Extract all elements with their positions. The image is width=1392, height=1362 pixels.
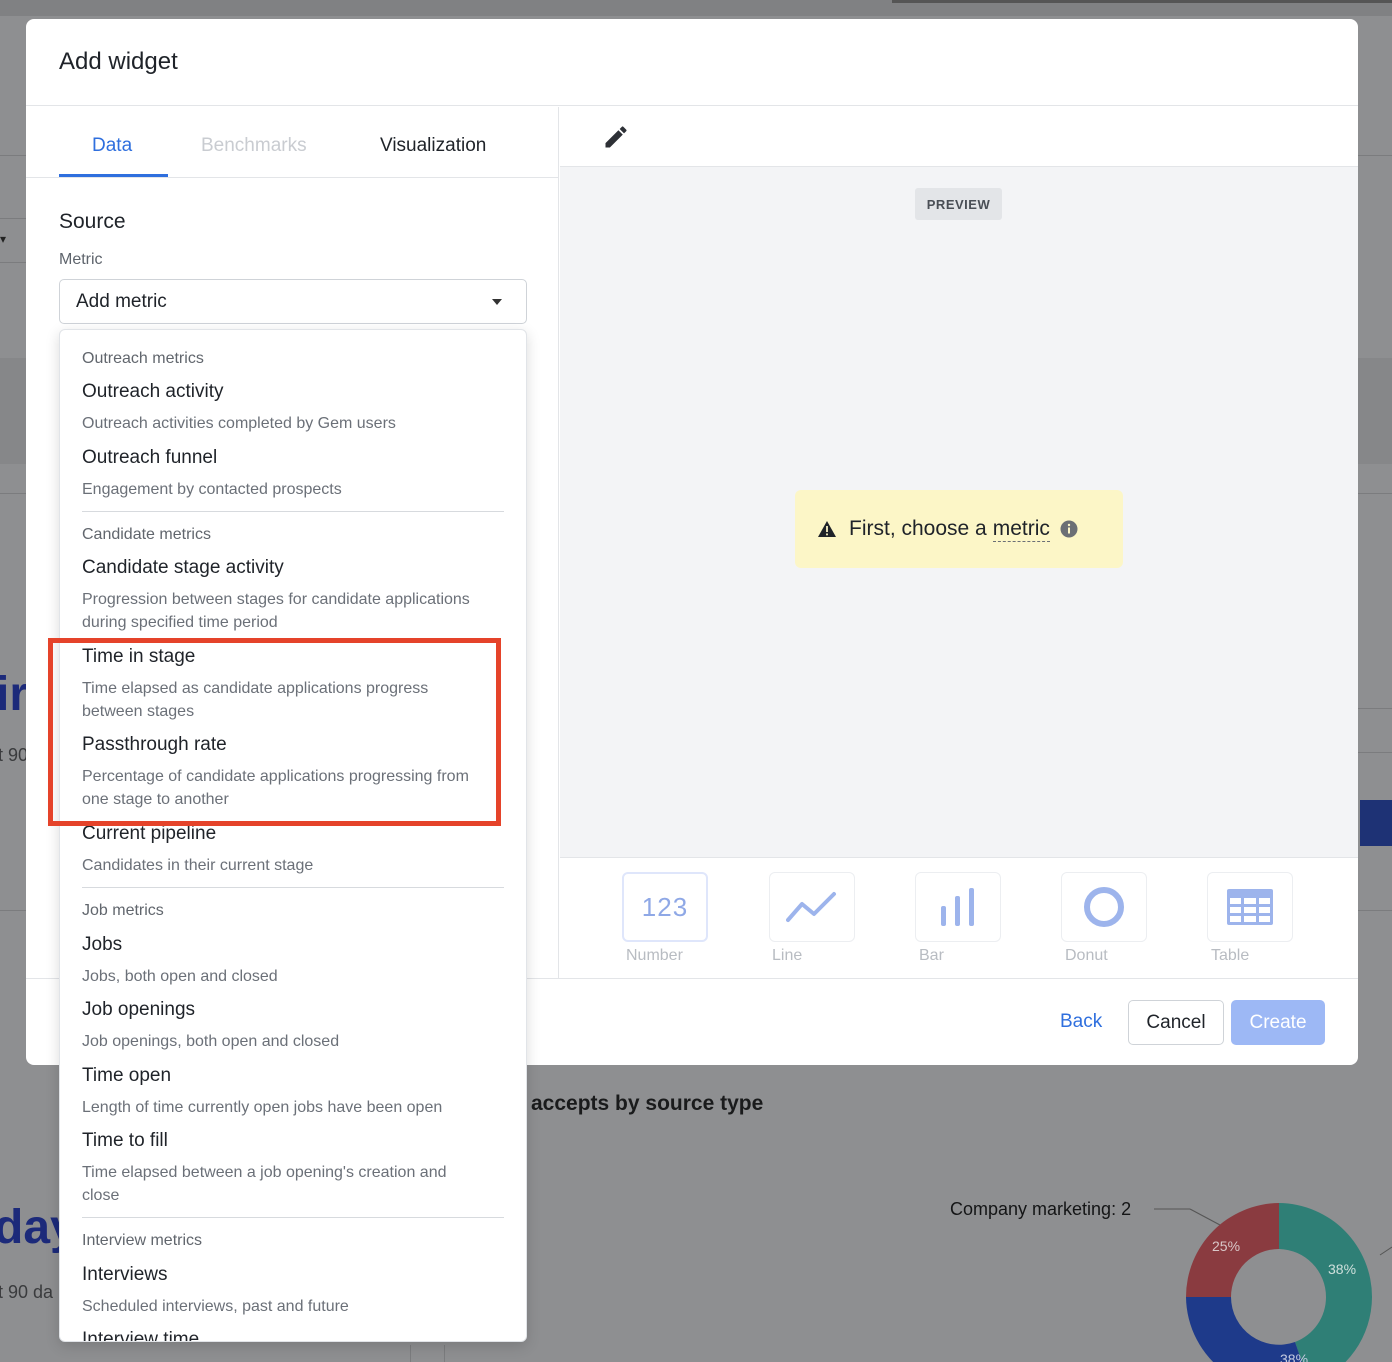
background-caption-1: t 90 bbox=[0, 745, 29, 765]
metric-select-value: Add metric bbox=[76, 290, 167, 312]
menu-item-desc: Outreach activities completed by Gem use… bbox=[82, 415, 396, 432]
group-interview-metrics: Interview metrics bbox=[82, 1232, 203, 1249]
tab-visualization[interactable]: Visualization bbox=[380, 135, 486, 157]
menu-item-desc: Job openings, both open and closed bbox=[82, 1033, 340, 1050]
menu-item-time-to-fill[interactable]: Time to fill bbox=[82, 1130, 168, 1152]
preview-toolbar bbox=[560, 107, 1358, 167]
create-button[interactable]: Create bbox=[1231, 1000, 1325, 1045]
menu-item-interviews[interactable]: Interviews bbox=[82, 1264, 168, 1286]
group-outreach-metrics: Outreach metrics bbox=[82, 350, 204, 367]
viz-line-label: Line bbox=[772, 947, 803, 964]
preview-badge: PREVIEW bbox=[915, 188, 1002, 220]
metric-dropdown-menu: Outreach metrics Outreach activity Outre… bbox=[59, 329, 527, 1342]
line-chart-icon bbox=[786, 892, 836, 922]
viz-donut-label: Donut bbox=[1065, 947, 1108, 964]
tab-benchmarks[interactable]: Benchmarks bbox=[201, 135, 307, 157]
menu-item-outreach-activity[interactable]: Outreach activity bbox=[82, 381, 224, 403]
menu-item-outreach-funnel[interactable]: Outreach funnel bbox=[82, 447, 217, 469]
donut-chart-icon bbox=[1084, 887, 1124, 927]
active-tab-indicator bbox=[59, 174, 168, 177]
menu-item-desc: Length of time currently open jobs have … bbox=[82, 1099, 443, 1116]
menu-item-desc: Scheduled interviews, past and future bbox=[82, 1298, 349, 1315]
viz-number-label: Number bbox=[626, 947, 683, 964]
menu-item-jobs[interactable]: Jobs bbox=[82, 934, 122, 956]
info-icon[interactable] bbox=[1060, 520, 1078, 538]
preview-area: PREVIEW First, choose a metric bbox=[560, 167, 1358, 857]
viz-table-button[interactable] bbox=[1207, 872, 1293, 942]
donut-pct-label-2: 38% bbox=[1328, 1261, 1356, 1277]
preview-pane: PREVIEW First, choose a metric 123 Numbe… bbox=[560, 107, 1358, 978]
viz-line-button[interactable] bbox=[769, 872, 855, 942]
source-heading: Source bbox=[59, 210, 126, 233]
menu-item-candidate-stage-activity[interactable]: Candidate stage activity bbox=[82, 557, 284, 579]
menu-item-current-pipeline[interactable]: Current pipeline bbox=[82, 823, 216, 845]
visualization-picker: 123 Number Line Bar Donut Table bbox=[560, 857, 1358, 978]
viz-number-button[interactable]: 123 bbox=[622, 872, 708, 942]
cancel-button[interactable]: Cancel bbox=[1128, 1000, 1224, 1045]
pencil-icon[interactable] bbox=[602, 123, 630, 151]
menu-item-desc: Time elapsed between a job opening's cre… bbox=[82, 1164, 447, 1204]
bar-chart-icon bbox=[941, 888, 974, 926]
divider bbox=[82, 511, 504, 512]
viz-table-label: Table bbox=[1211, 947, 1250, 964]
metric-label: Metric bbox=[59, 251, 103, 268]
menu-item-desc: Jobs, both open and closed bbox=[82, 968, 278, 985]
metric-tooltip-link[interactable]: metric bbox=[992, 517, 1050, 542]
donut-pct-label-1: 25% bbox=[1212, 1238, 1240, 1254]
viz-bar-button[interactable] bbox=[915, 872, 1001, 942]
choose-metric-warning: First, choose a metric bbox=[795, 490, 1123, 568]
tab-data[interactable]: Data bbox=[92, 135, 132, 157]
menu-item-desc: Progression between stages for candidate… bbox=[82, 591, 470, 631]
divider bbox=[82, 887, 504, 888]
menu-item-time-open[interactable]: Time open bbox=[82, 1065, 171, 1087]
top-bar bbox=[0, 0, 1392, 16]
warning-text: First, choose a bbox=[849, 517, 987, 540]
group-job-metrics: Job metrics bbox=[82, 902, 164, 919]
menu-item-desc: Engagement by contacted prospects bbox=[82, 481, 342, 498]
highlight-annotation bbox=[48, 638, 501, 826]
background-donut-label: Company marketing: 2 bbox=[950, 1199, 1132, 1219]
modal-title: Add widget bbox=[59, 48, 178, 75]
background-caption-2: t 90 da bbox=[0, 1282, 54, 1302]
chevron-down-icon: ▾ bbox=[0, 232, 7, 246]
table-icon bbox=[1227, 889, 1273, 925]
donut-pct-label-3: 38% bbox=[1280, 1351, 1308, 1362]
group-candidate-metrics: Candidate metrics bbox=[82, 526, 211, 543]
tab-bar: Data Benchmarks Visualization bbox=[26, 107, 558, 178]
caret-down-icon bbox=[492, 299, 502, 305]
background-chart-title: accepts by source type bbox=[531, 1092, 764, 1115]
modal-header: Add widget bbox=[26, 19, 1358, 106]
background-blue-tab bbox=[1360, 800, 1392, 846]
viz-bar-label: Bar bbox=[919, 947, 944, 964]
divider bbox=[82, 1217, 504, 1218]
menu-item-desc: Candidates in their current stage bbox=[82, 857, 314, 874]
back-button[interactable]: Back bbox=[1060, 1011, 1102, 1033]
warning-icon bbox=[818, 521, 836, 537]
number-icon: 123 bbox=[641, 891, 689, 922]
background-metric-value-1: ir bbox=[0, 668, 29, 721]
metric-select[interactable]: Add metric bbox=[59, 279, 527, 324]
viz-donut-button[interactable] bbox=[1061, 872, 1147, 942]
menu-item-job-openings[interactable]: Job openings bbox=[82, 999, 195, 1021]
menu-item-interview-time[interactable]: Interview time bbox=[82, 1329, 199, 1341]
background-donut-chart: 25% 38% 38% bbox=[1154, 1203, 1392, 1362]
